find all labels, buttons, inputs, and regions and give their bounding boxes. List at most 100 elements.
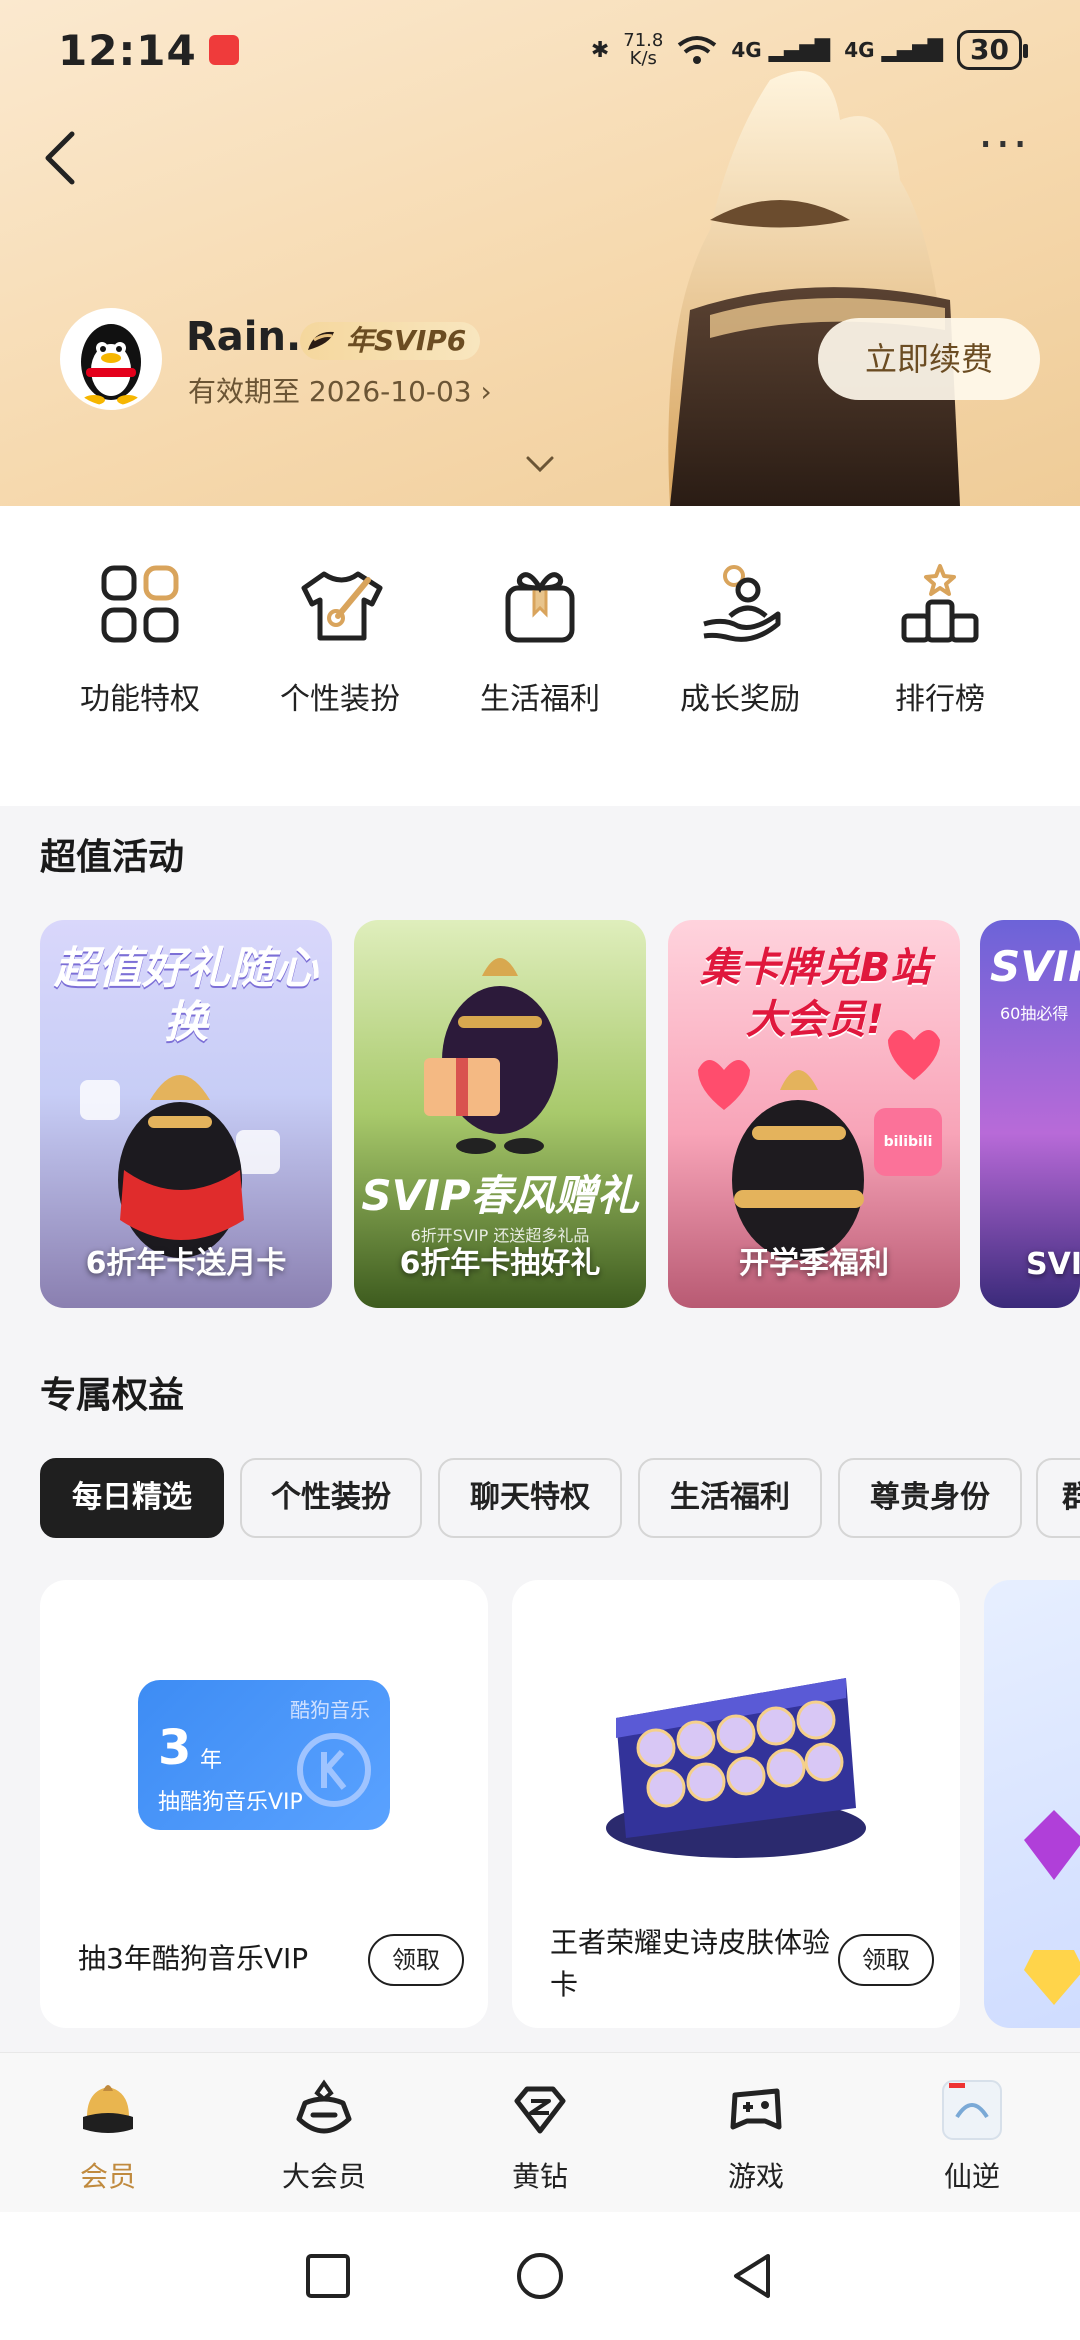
shortcut-feature-privileges[interactable]: 功能特权 <box>50 506 230 806</box>
activity-headline: SVIP春风赠礼 <box>361 1171 639 1220</box>
bilibili-logo: bilibili <box>874 1108 942 1176</box>
podium-icon <box>901 564 979 643</box>
status-bar: 12:14 ✱ 71.8 K/s 4G ▂▄▆█ 4G ▂▄▆█ 30 <box>0 0 1080 100</box>
benefit-tabs[interactable]: 每日精选 个性装扮 聊天特权 生活福利 尊贵身份 群 <box>40 1458 1080 1540</box>
activity-card[interactable]: 超值好礼随心换 6折年卡送月卡 <box>40 920 332 1308</box>
gamepad-icon <box>730 2088 782 2130</box>
shortcut-label: 排行榜 <box>895 682 985 717</box>
shortcut-label: 个性装扮 <box>280 682 400 717</box>
renew-button[interactable]: 立即续费 <box>818 318 1040 400</box>
nav-big-member[interactable]: 大会员 <box>216 2053 432 2212</box>
shortcut-label: 功能特权 <box>80 682 200 717</box>
activity-label: 6折年卡抽好礼 <box>399 1246 601 1281</box>
activity-label: 开学季福利 <box>739 1246 889 1281</box>
home-circle-icon[interactable] <box>514 2250 566 2302</box>
shortcut-growth-rewards[interactable]: 成长奖励 <box>650 506 830 806</box>
benefit-card-partial[interactable] <box>984 1580 1080 2028</box>
shortcut-label: 生活福利 <box>480 682 600 717</box>
avatar[interactable] <box>60 308 162 410</box>
nav-label: 仙逆 <box>943 2160 1000 2193</box>
claim-button[interactable]: 领取 <box>838 1934 934 1986</box>
net-speed-unit: K/s <box>629 48 657 69</box>
activity-card[interactable]: SVIP春风赠礼 6折开SVIP 还送超多礼品 6折年卡抽好礼 <box>354 920 646 1308</box>
benefit-card-kugou[interactable]: 酷狗音乐 3 年 抽酷狗音乐VIP 抽3年酷狗音乐VIP 领取 <box>40 1580 488 2028</box>
activity-card[interactable]: 集卡牌兑B站大会员! bilibili 开学季福利 <box>668 920 960 1308</box>
nav-member[interactable]: 会员 <box>0 2053 216 2212</box>
kugou-years: 3 <box>158 1720 192 1776</box>
shortcut-grid: 功能特权 个性装扮 生活福利 成长奖励 排行榜 <box>0 506 1080 1278</box>
activity-label: 6折年卡送月卡 <box>85 1246 287 1281</box>
kugou-brand: 酷狗音乐 <box>290 1698 370 1722</box>
back-triangle-icon[interactable] <box>726 2250 778 2302</box>
activity-label: SVIP <box>1026 1247 1080 1282</box>
kugou-year-unit: 年 <box>200 1748 223 1773</box>
claim-button[interactable]: 领取 <box>368 1934 464 1986</box>
kugou-vip-art: 酷狗音乐 3 年 抽酷狗音乐VIP <box>138 1680 390 1848</box>
nav-label: 黄钻 <box>511 2160 568 2193</box>
benefit-name: 抽3年酷狗音乐VIP <box>78 1942 309 1975</box>
tab-dressup[interactable]: 个性装扮 <box>240 1458 422 1538</box>
bottom-nav: 会员 大会员 黄钻 游戏 仙逆 <box>0 2052 1080 2212</box>
shortcut-life-benefits[interactable]: 生活福利 <box>450 506 630 806</box>
tab-daily-picks[interactable]: 每日精选 <box>40 1458 224 1538</box>
username: Rain. <box>186 314 302 360</box>
crown-icon <box>83 2085 133 2133</box>
activity-subtext: 60抽必得 <box>1000 1004 1069 1023</box>
shortcut-leaderboard[interactable]: 排行榜 <box>850 506 1030 806</box>
shirt-brush-icon <box>301 571 383 641</box>
svip-crown-icon <box>308 331 334 350</box>
tab-life-benefits[interactable]: 生活福利 <box>638 1458 822 1538</box>
benefits-title: 专属权益 <box>40 1375 185 1416</box>
yellow-diamond-icon <box>514 2086 566 2134</box>
benefit-name: 王者荣耀史诗皮肤体验卡 <box>550 1926 831 2001</box>
hand-person-icon <box>703 565 781 642</box>
nav-label: 大会员 <box>281 2160 366 2193</box>
grid-icon <box>101 565 179 643</box>
back-icon[interactable] <box>36 126 86 190</box>
kugou-art-text: 抽酷狗音乐VIP <box>158 1790 303 1815</box>
benefit-cards[interactable]: 酷狗音乐 3 年 抽酷狗音乐VIP 抽3年酷狗音乐VIP 领取 王者荣耀史诗皮肤… <box>40 1580 1080 2030</box>
kugou-k-icon <box>297 1733 371 1807</box>
nav-label: 会员 <box>79 2160 136 2193</box>
battery-indicator: 30 <box>957 30 1028 70</box>
activity-headline: SVIP <box>990 942 1080 991</box>
xianni-app-icon <box>942 2080 1002 2140</box>
nav-xianni[interactable]: 仙逆 <box>864 2053 1080 2212</box>
activity-headline: 超值好礼随心换 <box>54 943 318 1048</box>
activities-title: 超值活动 <box>40 837 185 878</box>
expire-date[interactable]: 有效期至 2026-10-03 › <box>188 370 492 410</box>
activity-card[interactable]: SVIP 60抽必得 SVIP <box>980 920 1080 1308</box>
system-nav-bar <box>0 2212 1080 2340</box>
net-speed: 71.8 K/s <box>623 32 663 68</box>
gift-icon <box>505 572 575 643</box>
activities-carousel[interactable]: 超值好礼随心换 6折年卡送月卡 SVIP春风赠礼 6折开SVIP 还送超多礼品 … <box>40 920 1080 1310</box>
signal-1: 4G ▂▄▆█ <box>731 38 831 62</box>
nav-games[interactable]: 游戏 <box>648 2053 864 2212</box>
tab-group[interactable]: 群 <box>1036 1458 1080 1538</box>
benefit-card-honor-of-kings[interactable]: 王者荣耀史诗皮肤体验卡 领取 <box>512 1580 960 2028</box>
signal-1-label: 4G <box>731 38 762 62</box>
recents-square-icon[interactable] <box>302 2250 354 2302</box>
qq-penguin-avatar-icon <box>81 324 141 405</box>
svip-badge-label: 年SVIP6 <box>346 324 467 357</box>
more-icon[interactable]: ··· <box>978 121 1034 170</box>
activity-headline: 集卡牌兑B站大会员! <box>699 945 931 1043</box>
gem-art <box>1024 1810 1080 2005</box>
svip-badge: 年SVIP6 <box>300 322 481 360</box>
penguin-face-icon <box>296 2079 352 2134</box>
shortcut-label: 成长奖励 <box>680 682 800 717</box>
skin-card-stand-art <box>606 1678 866 1858</box>
chevron-down-icon[interactable] <box>522 452 558 476</box>
svip-penguin-mascot <box>668 71 960 506</box>
bluetooth-icon: ✱ <box>590 37 610 63</box>
shortcut-personal-dressup[interactable]: 个性装扮 <box>250 506 430 806</box>
tab-noble-identity[interactable]: 尊贵身份 <box>838 1458 1022 1538</box>
wifi-icon <box>678 36 717 64</box>
status-time: 12:14 <box>58 25 197 75</box>
tab-chat-privileges[interactable]: 聊天特权 <box>438 1458 622 1538</box>
notification-badge-icon <box>208 35 239 65</box>
signal-2-label: 4G <box>844 38 875 62</box>
nav-label: 游戏 <box>727 2160 784 2193</box>
signal-2: 4G ▂▄▆█ <box>844 38 944 62</box>
nav-yellow-diamond[interactable]: 黄钻 <box>432 2053 648 2212</box>
